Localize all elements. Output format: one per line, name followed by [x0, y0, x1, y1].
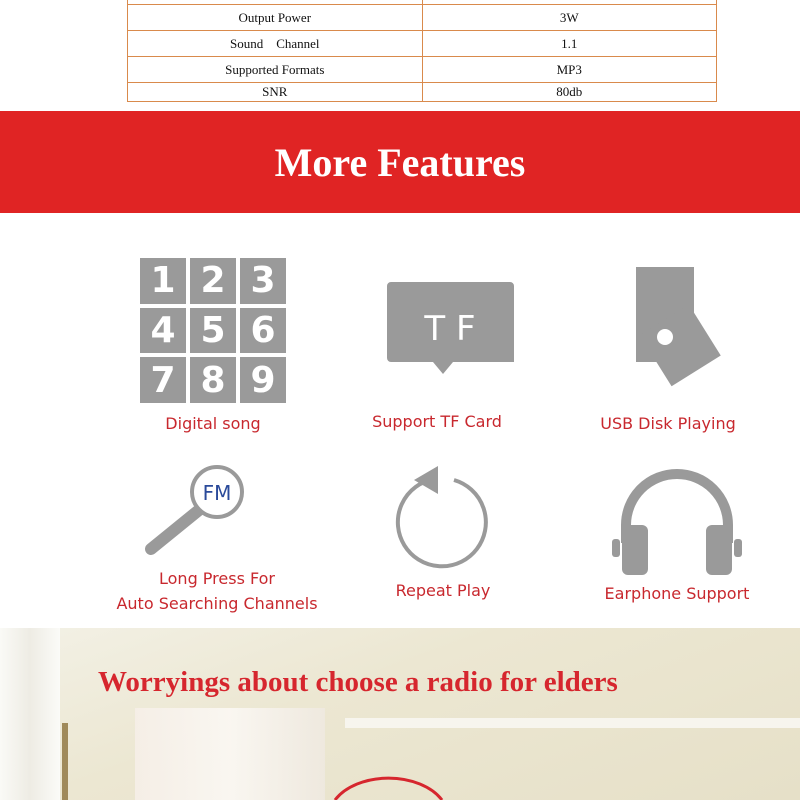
numpad-key: 2 — [190, 258, 236, 304]
spec-value: MP3 — [421, 56, 717, 83]
feature-label: Repeat Play — [395, 581, 491, 600]
highlight-circle — [333, 776, 444, 800]
numpad-icon: 123 456 789 — [140, 258, 286, 403]
usb-disk-icon — [636, 267, 721, 387]
feature-label-line2: Auto Searching Channels — [116, 594, 318, 613]
tf-text: T F — [423, 309, 475, 349]
spec-value: 1.1 — [421, 30, 717, 57]
numpad-key: 1 — [140, 258, 186, 304]
spec-label: SNR — [127, 82, 423, 102]
section-title: More Features — [274, 139, 526, 185]
table-row: Output Power 3W — [127, 4, 717, 31]
spec-value: 80db — [421, 82, 717, 102]
spec-table: Output Power 3W Sound Channel 1.1 Supporte… — [127, 0, 717, 102]
repeat-icon — [395, 466, 488, 569]
numpad-key: 7 — [140, 357, 186, 403]
spec-value: 3W — [421, 4, 717, 31]
spec-label: Sound Channel — [127, 30, 423, 57]
tf-card-icon: T F — [387, 282, 514, 374]
table-row: Supported Formats MP3 — [127, 56, 717, 83]
numpad-key: 6 — [240, 307, 286, 354]
section-header: More Features — [0, 111, 800, 213]
fm-search-icon: FM — [145, 465, 244, 555]
feature-label: Digital song — [165, 414, 261, 433]
feature-label-line1: Long Press For — [159, 569, 275, 588]
numpad-key: 3 — [240, 258, 286, 304]
spec-label: Supported Formats — [127, 56, 423, 83]
feature-label: USB Disk Playing — [600, 414, 736, 433]
table-row: SNR 80db — [127, 82, 717, 102]
numpad-key: 9 — [240, 357, 286, 403]
room-banner-image: Worryings about choose a radio for elder… — [0, 628, 800, 800]
table-row: Sound Channel 1.1 — [127, 30, 717, 57]
numpad-key: 8 — [190, 357, 236, 403]
fm-text: FM — [203, 481, 232, 505]
feature-label: Earphone Support — [604, 584, 750, 603]
spec-label: Output Power — [127, 4, 423, 31]
numpad-key: 5 — [190, 307, 236, 354]
feature-label: Support TF Card — [372, 412, 502, 431]
headphones-icon — [612, 469, 742, 575]
feature-label: Long Press For Auto Searching Channels — [67, 566, 367, 616]
numpad-key: 4 — [140, 307, 186, 354]
